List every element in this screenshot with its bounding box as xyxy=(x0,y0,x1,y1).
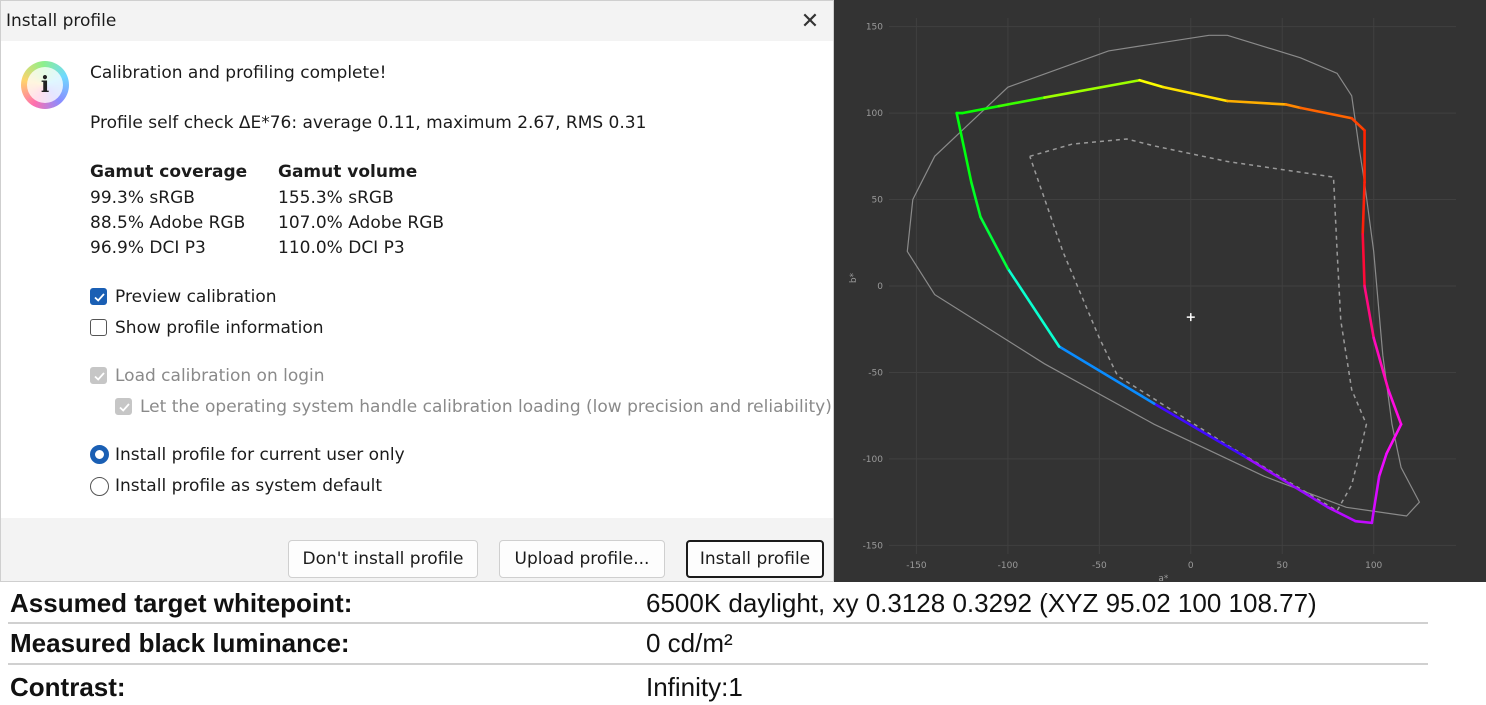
whitepoint-label: Assumed target whitepoint: xyxy=(10,588,353,618)
os-handle-label: Let the operating system handle calibrat… xyxy=(140,397,832,417)
display-gamut-segment xyxy=(1372,336,1390,392)
info-icon: i xyxy=(21,61,69,109)
y-tick-label: 50 xyxy=(872,196,884,206)
coverage-srgb: 99.3% sRGB xyxy=(90,188,195,208)
black-luminance-value: 0 cd/m² xyxy=(646,628,733,658)
x-tick-label: 0 xyxy=(1188,561,1194,571)
display-gamut-segment xyxy=(1162,85,1229,103)
gamut-chart: -150 -100 -50 0 50 100 150 100 50 0 -50 -100 -150 a* b… xyxy=(834,0,1486,582)
os-handle-checkbox xyxy=(115,398,132,415)
display-gamut-segment xyxy=(960,104,1001,115)
display-gamut-segment xyxy=(1244,455,1330,509)
completion-heading: Calibration and profiling complete! xyxy=(90,63,387,83)
y-tick-label: -100 xyxy=(863,455,884,465)
y-tick-label: 0 xyxy=(877,282,883,292)
contrast-label: Contrast: xyxy=(10,672,126,702)
gamut-outline-line xyxy=(906,34,1421,517)
volume-dci-p3: 110.0% DCI P3 xyxy=(278,238,405,258)
x-axis-label: a* xyxy=(1158,574,1169,582)
display-gamut-segment xyxy=(1363,284,1375,340)
show-profile-info-checkbox[interactable] xyxy=(90,319,107,336)
display-gamut-segment xyxy=(1326,506,1357,523)
x-tick-label: -50 xyxy=(1092,561,1107,571)
x-tick-label: 50 xyxy=(1277,561,1289,571)
load-on-login-checkbox xyxy=(90,367,107,384)
whitepoint-value: 6500K daylight, xy 0.3128 0.3292 (XYZ 95… xyxy=(646,588,1317,618)
display-gamut-segment xyxy=(1057,345,1156,405)
title-bar: Install profile ✕ xyxy=(1,1,833,41)
contrast-value: Infinity:1 xyxy=(646,672,743,702)
display-gamut-segment xyxy=(1350,116,1366,132)
show-profile-info-label[interactable]: Show profile information xyxy=(115,318,324,338)
display-gamut-segment xyxy=(1377,452,1388,478)
install-profile-button[interactable]: Install profile xyxy=(686,540,824,578)
reference-gamut-line xyxy=(1029,138,1368,512)
row-divider xyxy=(8,663,1428,665)
display-gamut-segment xyxy=(1370,509,1375,525)
y-tick-label: -50 xyxy=(868,368,883,378)
display-gamut-segment xyxy=(1138,78,1165,89)
dont-install-button[interactable]: Don't install profile xyxy=(288,540,478,578)
black-luminance-label: Measured black luminance: xyxy=(10,628,350,658)
system-default-label[interactable]: Install profile as system default xyxy=(115,476,382,496)
x-tick-label: -150 xyxy=(906,561,927,571)
display-gamut-segment xyxy=(1284,103,1302,110)
gamut-volume-header: Gamut volume xyxy=(278,162,418,182)
display-gamut-segment xyxy=(1372,474,1381,513)
coverage-adobe-rgb: 88.5% Adobe RGB xyxy=(90,213,246,233)
display-gamut-segment xyxy=(1354,519,1374,525)
y-tick-label: 150 xyxy=(866,23,883,33)
current-user-label[interactable]: Install profile for current user only xyxy=(115,445,405,465)
display-gamut-segment xyxy=(979,215,1010,271)
install-profile-dialog: Install profile ✕ i Calibration and prof… xyxy=(0,0,834,582)
x-tick-label: 100 xyxy=(1365,561,1382,571)
self-check-text: Profile self check ΔE*76: average 0.11, … xyxy=(90,113,647,133)
close-icon[interactable]: ✕ xyxy=(787,1,833,41)
display-gamut-segment xyxy=(997,96,1046,108)
display-gamut-segment xyxy=(1006,267,1061,348)
upload-profile-button[interactable]: Upload profile... xyxy=(499,540,665,578)
x-tick-label: -100 xyxy=(998,561,1019,571)
volume-adobe-rgb: 107.0% Adobe RGB xyxy=(278,213,445,233)
row-divider xyxy=(8,622,1428,624)
display-gamut-segment xyxy=(1226,99,1288,106)
y-axis-label: b* xyxy=(849,272,859,283)
y-tick-label: 100 xyxy=(866,109,883,119)
preview-calibration-label[interactable]: Preview calibration xyxy=(115,287,277,307)
gamut-chart-svg: -150 -100 -50 0 50 100 150 100 50 0 -50 -100 -150 a* b… xyxy=(849,18,1456,582)
current-user-radio[interactable] xyxy=(90,445,109,464)
volume-srgb: 155.3% sRGB xyxy=(278,188,394,208)
gamut-coverage-header: Gamut coverage xyxy=(90,162,248,182)
load-on-login-label: Load calibration on login xyxy=(115,366,325,386)
preview-calibration-checkbox[interactable] xyxy=(90,288,107,305)
display-gamut-segment xyxy=(1361,180,1366,236)
system-default-radio[interactable] xyxy=(90,477,109,496)
display-gamut-segment xyxy=(1043,78,1141,99)
coverage-dci-p3: 96.9% DCI P3 xyxy=(90,238,206,258)
display-gamut-segment xyxy=(1385,423,1403,456)
display-gamut-segment xyxy=(1361,232,1366,288)
y-tick-label: -150 xyxy=(863,541,884,551)
window-title: Install profile xyxy=(6,11,117,31)
